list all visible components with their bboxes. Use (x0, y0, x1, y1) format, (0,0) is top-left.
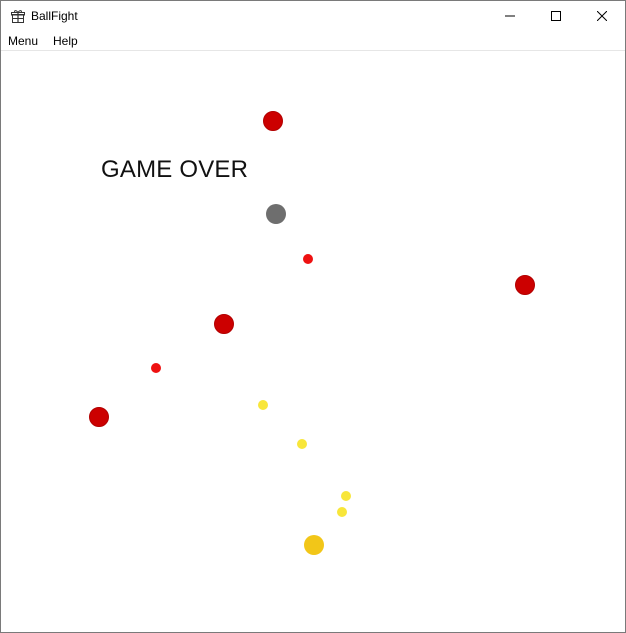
maximize-button[interactable] (533, 1, 579, 31)
close-button[interactable] (579, 1, 625, 31)
pickup-ball (337, 507, 347, 517)
menu-item-menu[interactable]: Menu (8, 34, 38, 48)
enemy-ball (89, 407, 109, 427)
enemy-ball (151, 363, 161, 373)
gift-box-icon (11, 9, 25, 23)
menu-item-help[interactable]: Help (53, 34, 78, 48)
app-window: BallFight Menu Help GAME OVER (0, 0, 626, 633)
maximize-icon (551, 11, 561, 21)
title-bar[interactable]: BallFight (1, 1, 625, 31)
enemy-ball (515, 275, 535, 295)
menu-bar: Menu Help (1, 31, 625, 51)
game-canvas[interactable]: GAME OVER (1, 51, 625, 632)
player-ball (266, 204, 286, 224)
game-over-text: GAME OVER (101, 156, 249, 183)
enemy-ball (214, 314, 234, 334)
pickup-ball (297, 439, 307, 449)
enemy-ball (263, 111, 283, 131)
pickup-ball (341, 491, 351, 501)
enemy-ball (303, 254, 313, 264)
close-icon (597, 11, 607, 21)
pickup-ball (258, 400, 268, 410)
pickup-ball (304, 535, 324, 555)
minimize-button[interactable] (487, 1, 533, 31)
window-title: BallFight (31, 9, 78, 23)
minimize-icon (505, 15, 515, 17)
